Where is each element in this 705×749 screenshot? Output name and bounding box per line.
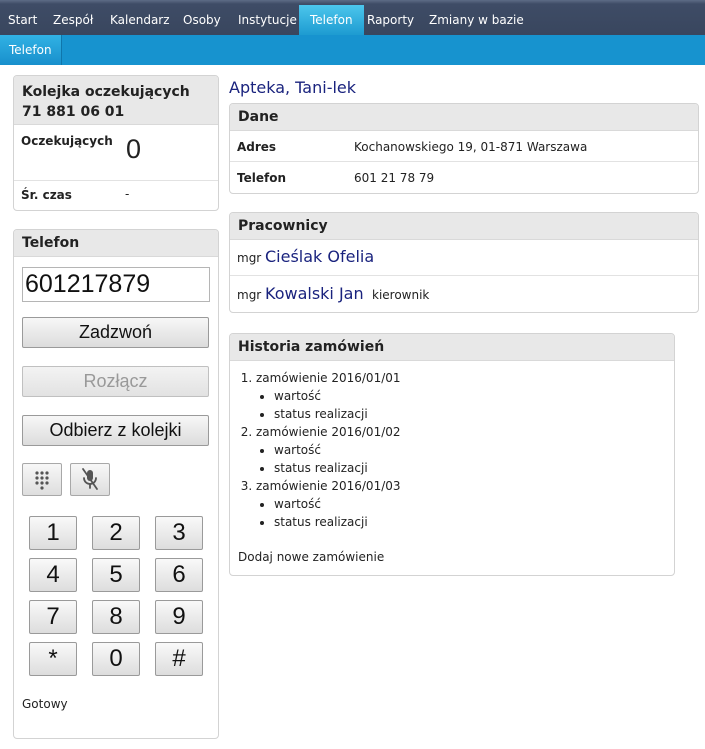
keypad-key-3[interactable]: 3 xyxy=(155,516,203,550)
staff-name-link[interactable]: Cieślak Ofelia xyxy=(265,247,374,266)
keypad-key-8[interactable]: 8 xyxy=(92,600,140,634)
order-item: zamówienie 2016/01/02 wartość status rea… xyxy=(256,423,674,477)
keypad-key-2[interactable]: 2 xyxy=(92,516,140,550)
staff-name-link[interactable]: Kowalski Jan xyxy=(265,284,364,303)
queue-title: Kolejka oczekujących xyxy=(22,84,190,100)
keypad-key-4[interactable]: 4 xyxy=(29,558,77,592)
address-value: Kochanowskiego 19, 01-871 Warszawa xyxy=(354,140,588,154)
call-button[interactable]: Zadzwoń xyxy=(22,317,209,348)
order-detail: wartość xyxy=(274,387,674,405)
order-detail: status realizacji xyxy=(274,513,674,531)
avg-time-label: Śr. czas xyxy=(21,188,72,202)
order-list: zamówienie 2016/01/01 wartość status rea… xyxy=(230,369,674,531)
staff-row: mgr Kowalski Jan kierownik xyxy=(230,277,698,312)
queue-panel-header: Kolejka oczekujących 71 881 06 01 xyxy=(14,76,218,125)
keypad-key-6[interactable]: 6 xyxy=(155,558,203,592)
top-navigation: Start Zespół Kalendarz Osoby Instytucje … xyxy=(0,0,705,35)
staff-panel: Pracownicy mgr Cieślak Ofelia mgr Kowals… xyxy=(229,212,699,313)
dialpad-button[interactable] xyxy=(22,463,62,496)
keypad-key-7[interactable]: 7 xyxy=(29,600,77,634)
keypad-key-0[interactable]: 0 xyxy=(92,642,140,676)
avg-time-value: - xyxy=(125,187,130,201)
phone-panel: Telefon Zadzwoń Rozłącz Odbierz z kolejk… xyxy=(13,229,219,739)
queue-number: 71 881 06 01 xyxy=(22,104,125,120)
sub-navigation: Telefon xyxy=(0,35,705,65)
waiting-label: Oczekujących xyxy=(21,134,113,148)
phone-row: Telefon 601 21 78 79 xyxy=(230,163,698,193)
phone-value: 601 21 78 79 xyxy=(354,171,435,185)
order-detail: wartość xyxy=(274,495,674,513)
order-history-title: Historia zamówień xyxy=(230,334,674,361)
nav-zmiany-w-bazie[interactable]: Zmiany w bazie xyxy=(429,5,524,35)
address-label: Adres xyxy=(237,140,277,154)
mute-button[interactable] xyxy=(70,463,110,496)
subnav-telefon[interactable]: Telefon xyxy=(0,35,62,65)
staff-prefix: mgr xyxy=(237,288,262,302)
keypad-key-1[interactable]: 1 xyxy=(29,516,77,550)
phone-number-input[interactable] xyxy=(22,267,210,302)
order-link[interactable]: zamówienie 2016/01/03 xyxy=(256,479,401,493)
institution-title: Apteka, Tani-lek xyxy=(229,78,357,97)
phone-status: Gotowy xyxy=(22,697,68,711)
staff-role: kierownik xyxy=(372,288,430,302)
waiting-count: 0 xyxy=(126,134,142,164)
queue-panel: Kolejka oczekujących 71 881 06 01 Oczeku… xyxy=(13,75,219,211)
nav-instytucje[interactable]: Instytucje xyxy=(238,5,297,35)
staff-prefix: mgr xyxy=(237,251,262,265)
mute-microphone-icon xyxy=(82,468,98,490)
staff-panel-title: Pracownicy xyxy=(230,213,698,240)
dialpad-icon xyxy=(35,471,49,490)
hangup-button[interactable]: Rozłącz xyxy=(22,366,209,397)
keypad-key-5[interactable]: 5 xyxy=(92,558,140,592)
nav-osoby[interactable]: Osoby xyxy=(183,5,221,35)
nav-start[interactable]: Start xyxy=(8,5,37,35)
order-item: zamówienie 2016/01/03 wartość status rea… xyxy=(256,477,674,531)
order-detail: wartość xyxy=(274,441,674,459)
nav-raporty[interactable]: Raporty xyxy=(367,5,414,35)
phone-label: Telefon xyxy=(237,171,286,185)
order-link[interactable]: zamówienie 2016/01/01 xyxy=(256,371,401,385)
details-panel-title: Dane xyxy=(230,104,698,131)
order-item: zamówienie 2016/01/01 wartość status rea… xyxy=(256,369,674,423)
add-order-link[interactable]: Dodaj nowe zamówienie xyxy=(238,550,384,564)
keypad-key-9[interactable]: 9 xyxy=(155,600,203,634)
phone-panel-title: Telefon xyxy=(14,230,218,257)
nav-zespol[interactable]: Zespół xyxy=(53,5,93,35)
nav-telefon[interactable]: Telefon xyxy=(299,5,364,35)
order-link[interactable]: zamówienie 2016/01/02 xyxy=(256,425,401,439)
staff-row: mgr Cieślak Ofelia xyxy=(230,240,698,276)
nav-kalendarz[interactable]: Kalendarz xyxy=(110,5,170,35)
address-row: Adres Kochanowskiego 19, 01-871 Warszawa xyxy=(230,131,698,162)
order-detail: status realizacji xyxy=(274,405,674,423)
order-history-panel: Historia zamówień zamówienie 2016/01/01 … xyxy=(229,333,675,576)
details-panel: Dane Adres Kochanowskiego 19, 01-871 War… xyxy=(229,103,699,194)
divider xyxy=(14,180,218,181)
order-detail: status realizacji xyxy=(274,459,674,477)
pickup-queue-button[interactable]: Odbierz z kolejki xyxy=(22,415,209,446)
keypad-key-hash[interactable]: # xyxy=(155,642,203,676)
keypad-key-star[interactable]: * xyxy=(29,642,77,676)
